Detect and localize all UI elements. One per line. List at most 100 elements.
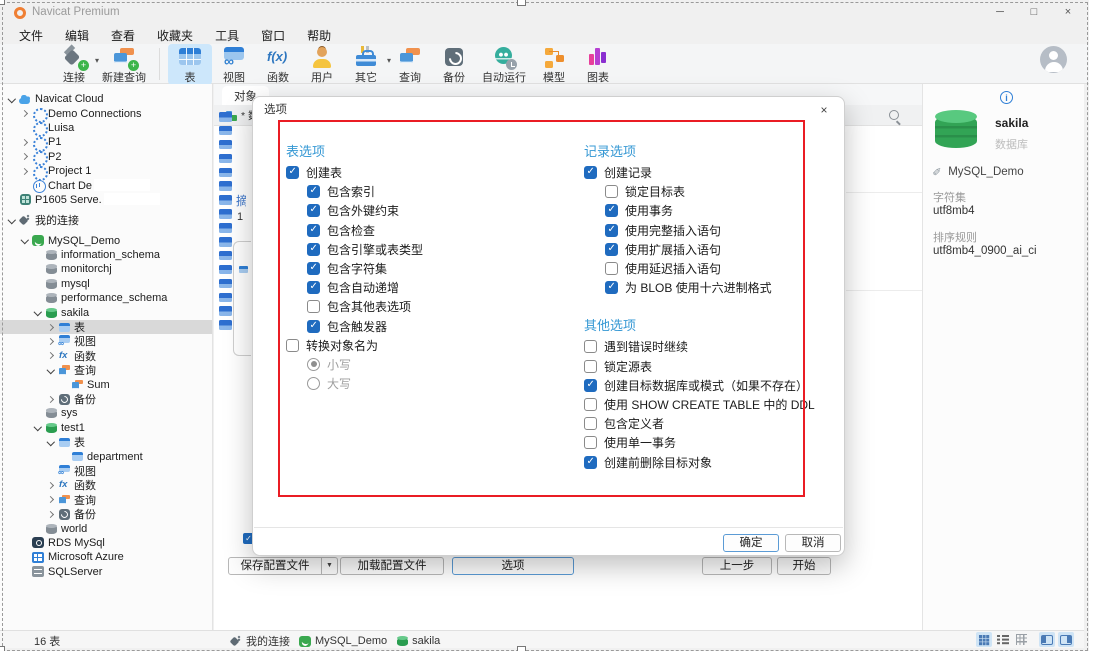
breadcrumb-item[interactable]: MySQL_Demo [297, 635, 387, 647]
option-row[interactable]: 创建目标数据库或模式（如果不存在） [584, 376, 834, 395]
tree-item[interactable]: P1605 Serve. [0, 193, 212, 207]
ok-button[interactable]: 确定 [723, 534, 779, 552]
checkbox[interactable] [584, 360, 597, 373]
option-row[interactable]: 为 BLOB 使用十六进制格式 [584, 278, 834, 297]
menu-item[interactable]: 收藏夹 [146, 26, 204, 44]
tree-expander-icon[interactable] [19, 137, 30, 148]
toolbar-button[interactable]: 连接 ▾ [52, 44, 96, 85]
toolbar-button[interactable]: 模型 ▾ [532, 44, 576, 85]
toolbar-button[interactable]: 备份 ▾ [432, 44, 476, 85]
tree-expander-icon[interactable] [19, 166, 30, 177]
checkbox[interactable] [286, 339, 299, 352]
tree-item[interactable]: sakila [0, 305, 212, 319]
tree-item[interactable]: 表 [0, 320, 212, 334]
option-row[interactable]: 包含自动递增 [286, 278, 556, 297]
tree-expander-icon[interactable] [19, 566, 30, 577]
close-button[interactable]: × [1051, 0, 1085, 24]
option-row[interactable]: 创建表 [286, 163, 556, 182]
checkbox[interactable] [307, 377, 320, 390]
tree-expander-icon[interactable] [45, 480, 56, 491]
tree-item[interactable]: world [0, 521, 212, 535]
toolbar-button[interactable]: 表 ▾ [168, 44, 212, 85]
checkbox[interactable] [307, 300, 320, 313]
back-button[interactable]: 上一步 [702, 557, 772, 575]
toolbar-button[interactable]: 函数 ▾ [256, 44, 300, 85]
option-row[interactable]: 包含字符集 [286, 259, 556, 278]
checkbox[interactable] [584, 398, 597, 411]
tree-item[interactable]: 我的连接 [0, 213, 212, 227]
toolbar-button[interactable]: 自动运行 ▾ [476, 44, 532, 85]
option-row[interactable]: 创建记录 [584, 163, 834, 182]
toggle-right-panel-icon[interactable] [1058, 632, 1074, 647]
cancel-button[interactable]: 取消 [785, 534, 841, 552]
tree-expander-icon[interactable] [19, 122, 30, 133]
toolbar-button[interactable]: 查询 ▾ [388, 44, 432, 85]
option-row[interactable]: 包含外键约束 [286, 201, 556, 220]
tree-item[interactable]: 查询 [0, 493, 212, 507]
options-button[interactable]: 选项 [452, 557, 574, 575]
tree-expander-icon[interactable] [32, 408, 43, 419]
option-row[interactable]: 包含其他表选项 [286, 297, 556, 316]
tree-item[interactable]: information_schema [0, 248, 212, 262]
tree-item[interactable]: 视图 [0, 334, 212, 348]
list-view-icon[interactable] [995, 632, 1011, 647]
option-row[interactable]: 使用事务 [584, 201, 834, 220]
tree-expander-icon[interactable] [45, 350, 56, 361]
tree-item[interactable]: Project 1 [0, 164, 212, 178]
tree-item[interactable]: Luisa [0, 121, 212, 135]
checkbox[interactable] [584, 456, 597, 469]
tree-expander-icon[interactable] [32, 523, 43, 534]
tree-expander-icon[interactable] [19, 180, 30, 191]
tree-expander-icon[interactable] [32, 293, 43, 304]
option-row[interactable]: 包含引擎或表类型 [286, 240, 556, 259]
tree-expander-icon[interactable] [19, 537, 30, 548]
tree-expander-icon[interactable] [32, 250, 43, 261]
tree-item[interactable]: sys [0, 406, 212, 420]
tree-expander-icon[interactable] [6, 215, 17, 226]
tree-expander-icon[interactable] [45, 322, 56, 333]
tree-item[interactable]: Demo Connections [0, 106, 212, 120]
tree-item[interactable]: performance_schema [0, 291, 212, 305]
menu-item[interactable]: 窗口 [250, 26, 296, 44]
grid-view-icon[interactable] [976, 632, 992, 647]
detail-view-icon[interactable] [1014, 632, 1030, 647]
tree-item[interactable]: Microsoft Azure [0, 550, 212, 564]
minimize-button[interactable]: ─ [983, 0, 1017, 24]
checkbox[interactable] [605, 224, 618, 237]
save-profile-dropdown[interactable]: ▼ [322, 557, 338, 575]
checkbox[interactable] [605, 243, 618, 256]
checkbox[interactable] [307, 243, 320, 256]
checkbox[interactable] [307, 204, 320, 217]
toolbar-button[interactable]: 其它 ▾ [344, 44, 388, 85]
tree-expander-icon[interactable] [45, 437, 56, 448]
checkbox[interactable] [286, 166, 299, 179]
option-row[interactable]: 使用扩展插入语句 [584, 240, 834, 259]
checkbox[interactable] [307, 262, 320, 275]
option-row[interactable]: 转换对象名为 [286, 336, 556, 355]
toggle-left-panel-icon[interactable] [1039, 632, 1055, 647]
option-row[interactable]: 包含索引 [286, 182, 556, 201]
tree-expander-icon[interactable] [19, 235, 30, 246]
tree-expander-icon[interactable] [19, 151, 30, 162]
tree-expander-icon[interactable] [58, 451, 69, 462]
tree-expander-icon[interactable] [32, 422, 43, 433]
checkbox[interactable] [584, 436, 597, 449]
checkbox[interactable] [307, 320, 320, 333]
option-row[interactable]: 大写 [286, 374, 556, 393]
tree-expander-icon[interactable] [19, 552, 30, 563]
toolbar-button[interactable]: 新建查询 ▾ [96, 44, 152, 85]
tree-item[interactable]: 查询 [0, 363, 212, 377]
checkbox[interactable] [307, 185, 320, 198]
tree-item[interactable]: department [0, 449, 212, 463]
tree-expander-icon[interactable] [45, 465, 56, 476]
checkbox[interactable] [307, 281, 320, 294]
checkbox[interactable] [307, 358, 320, 371]
tree-expander-icon[interactable] [45, 509, 56, 520]
tree-item[interactable]: Chart De [0, 178, 212, 192]
tree-expander-icon[interactable] [45, 336, 56, 347]
checkbox[interactable] [307, 224, 320, 237]
tree-item[interactable]: 备份 [0, 507, 212, 521]
option-row[interactable]: 使用延迟插入语句 [584, 259, 834, 278]
tree-expander-icon[interactable] [58, 379, 69, 390]
tree-expander-icon[interactable] [45, 494, 56, 505]
